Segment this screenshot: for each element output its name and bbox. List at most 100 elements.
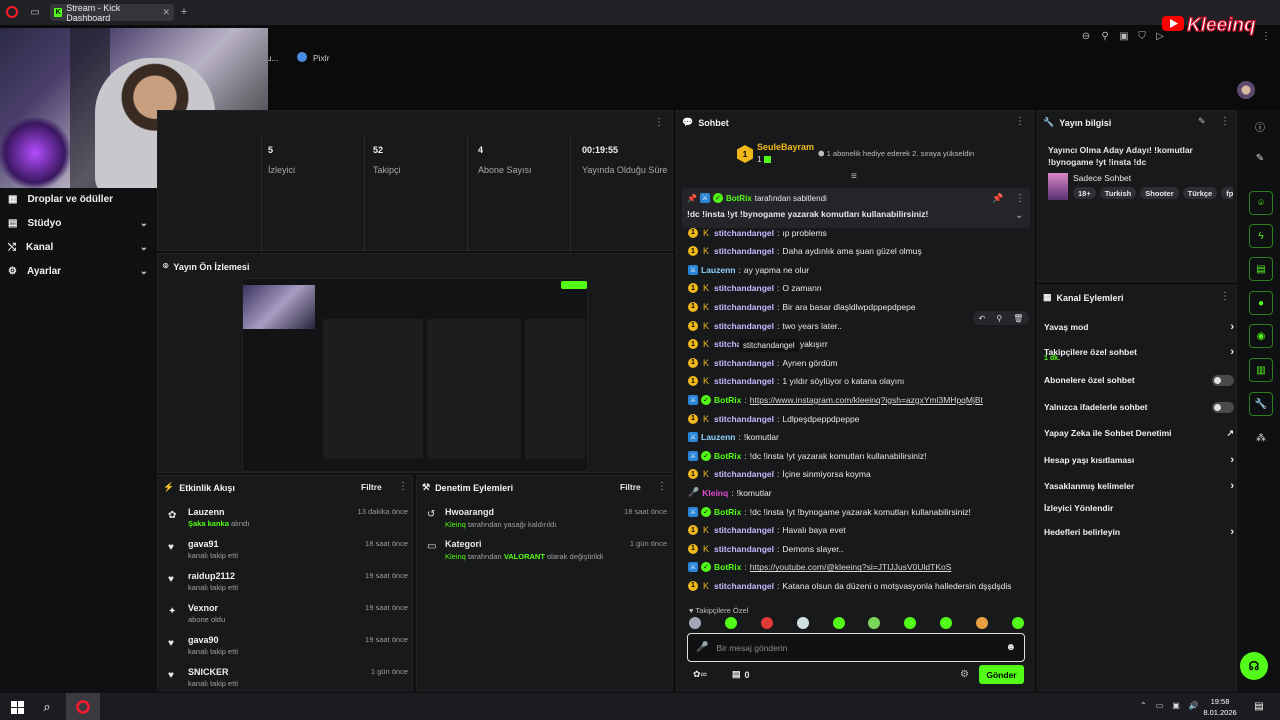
volume-icon[interactable]: 🔊 [1189, 701, 1199, 710]
chat-message[interactable]: 🎤 Kleinq: !komutlar [688, 484, 1028, 501]
moderation-menu-icon[interactable]: ⋮ [657, 481, 667, 492]
chat-username[interactable]: stitchandangel [714, 581, 774, 591]
emoji-icon[interactable]: ☻ [1005, 642, 1016, 653]
chat-message[interactable]: 1 Kstitchandangel: O zamann [688, 280, 1028, 297]
chat-message[interactable]: 1 Kstitchandangel:1 yıldır söylüyor o kat… [688, 373, 1028, 390]
chat-message[interactable]: 1 Kstitchandangel: İçine sinmiyorsa koyma [688, 466, 1028, 483]
rail-bolt-button[interactable]: ϟ [1249, 224, 1273, 248]
clock-date[interactable]: 8.01.2026 [1200, 708, 1240, 717]
chat-message[interactable]: 1 Kstitchandangel: Bir ara basar dlaşldlwp… [688, 298, 1028, 315]
channel-action-item[interactable]: İzleyici Yönlendir [1044, 499, 1234, 517]
sidebar-item-studio[interactable]: ▤ Stüdyo ⌄ [8, 214, 148, 232]
chat-message[interactable]: ⚔ Lauzenn: ay yapma ne olur [688, 261, 1028, 278]
chat-username[interactable]: BotRix [714, 451, 741, 461]
sidebar-item-channel[interactable]: ⤭ Kanal ⌄ [8, 238, 148, 256]
chat-link[interactable]: https://youtube.com/@kleeinq?si=JTIJJusV… [750, 562, 952, 572]
chat-username[interactable]: Kleinq [702, 488, 728, 498]
activity-item[interactable]: ✦ Vexnor abone oldu 19 saat önce [168, 603, 408, 633]
rail-chat-button[interactable]: ● [1249, 291, 1273, 315]
tag[interactable]: Türkçe [1182, 187, 1218, 199]
emote-icon[interactable] [724, 617, 737, 629]
chat-username[interactable]: Lauzenn [701, 432, 735, 442]
chat-message[interactable]: 1 Kstitchandangel: two years later.. [688, 317, 1028, 334]
toggle-switch[interactable] [1212, 374, 1234, 386]
rail-broadcast-button[interactable]: ◉ [1249, 324, 1273, 348]
chevron-up-icon[interactable]: ⌃ [1140, 701, 1147, 710]
activity-menu-icon[interactable]: ⋮ [398, 481, 408, 492]
chat-username[interactable]: stitchandangel [714, 246, 774, 256]
rail-stack-button[interactable]: ▥ [1249, 358, 1273, 382]
chat-message[interactable]: ⚔ ✓ BotRix: !dc !insta !yt yazarak komutlar… [688, 447, 1028, 464]
tag[interactable]: Shooter [1140, 187, 1179, 199]
chat-username[interactable]: BotRix [714, 395, 741, 405]
chat-username[interactable]: stitchandangel [714, 469, 774, 479]
pinned-message[interactable]: 📌 ⚔ ✓ BotRix tarafından sabitlendi !dc !in… [682, 188, 1030, 228]
tag[interactable]: fp [1221, 187, 1233, 199]
chat-message[interactable]: 1 Kstitchandangel: Demons slayer.. [688, 540, 1028, 557]
sidebar-item-settings[interactable]: ⚙ Ayarlar ⌄ [8, 262, 148, 280]
chat-message[interactable]: 1 Kstitchandangel: Havalı baya evet [688, 522, 1028, 539]
search-icon[interactable]: ⌕ [38, 698, 56, 716]
chat-menu-icon[interactable]: ⋮ [1015, 116, 1025, 127]
chat-username[interactable]: stitchandangel [714, 525, 774, 535]
channel-actions-menu-icon[interactable]: ⋮ [1220, 291, 1230, 302]
pinned-menu-icon[interactable]: ⋮ [1015, 193, 1025, 204]
tab-kick-dashboard[interactable]: K Stream - Kick Dashboard ✕ [50, 3, 174, 23]
unpin-icon[interactable]: 📌 [992, 193, 1003, 204]
stats-menu-icon[interactable]: ⋮ [654, 117, 664, 128]
moderation-item[interactable]: ▭ Kategori Kleinq tarafından VALORANT ol… [427, 539, 667, 567]
channel-action-item[interactable]: Yasaklanmış kelimeler › [1044, 477, 1234, 495]
stream-info-menu-icon[interactable]: ⋮ [1220, 116, 1230, 127]
snapshot-icon[interactable]: ▣ [1118, 30, 1130, 42]
ethernet-icon[interactable]: ▣ [1172, 701, 1180, 710]
emote-icon[interactable] [868, 617, 881, 629]
expand-icon[interactable]: ≡ [851, 171, 857, 182]
chat-username[interactable]: Lauzenn [701, 265, 735, 275]
chat-username[interactable]: stitchandangel [714, 228, 774, 238]
chat-message[interactable]: 1 Kstitchandangel: Aynen gördüm [688, 354, 1028, 371]
notifications-icon[interactable]: ▤ [1252, 699, 1266, 713]
chevron-down-icon[interactable]: ⌄ [1015, 210, 1023, 221]
rail-wrench-button[interactable]: 🔧 [1249, 392, 1273, 416]
chat-message[interactable]: ⚔ ✓ BotRix: https://www.instagram.com/kleei… [688, 391, 1028, 408]
chat-settings-icon[interactable]: ⚙ [960, 669, 969, 680]
chat-message[interactable]: 1 Kstitchandangel: ıp problems [688, 224, 1028, 241]
emote-icon[interactable] [904, 617, 917, 629]
moderation-item[interactable]: ↺ Hwoarangd Kleinq tarafından yasağı kal… [427, 507, 667, 535]
emote-icon[interactable] [940, 617, 953, 629]
chat-message[interactable]: 1 Kstitchandangel: Ldlpeşdpeppdpeppe [688, 410, 1028, 427]
channel-action-item[interactable]: Yapay Zeka ile Sohbet Denetimi ↗ [1044, 424, 1234, 442]
category-name[interactable]: Sadece Sohbet [1073, 173, 1131, 183]
emote-icon[interactable] [689, 617, 701, 629]
emote-icon[interactable] [976, 617, 988, 629]
support-button[interactable]: ☊ [1240, 652, 1268, 680]
send-button[interactable]: Gönder [979, 665, 1024, 684]
edit-icon[interactable]: ✎ [1249, 150, 1271, 166]
edit-icon[interactable]: ✎ [1198, 116, 1206, 127]
opera-logo-icon[interactable] [6, 6, 18, 18]
emote-icon[interactable] [760, 617, 773, 629]
channel-action-item[interactable]: Abonelere özel sohbet [1044, 371, 1234, 389]
chat-username[interactable]: stitchandangel [714, 302, 774, 312]
clock-time[interactable]: 19:58 [1205, 697, 1235, 706]
activity-item[interactable]: ♥ gava91 kanalı takip etti 18 saat önce [168, 539, 408, 569]
info-icon[interactable]: ⓘ [1249, 118, 1271, 134]
network-icon[interactable]: ▭ [1156, 701, 1164, 710]
taskbar-opera-button[interactable] [66, 693, 100, 720]
moderation-filter-button[interactable]: Filtre [620, 482, 641, 492]
category-thumbnail[interactable] [1048, 173, 1068, 200]
zoom-icon[interactable]: ⊖ [1080, 30, 1092, 42]
chat-message[interactable]: 1 Kstitchandangel: Daha aydınlık ama şuan … [688, 243, 1028, 260]
chat-username[interactable]: stitchandangel [714, 321, 774, 331]
channel-action-item[interactable]: Hesap yaşı kısıtlaması › [1044, 451, 1234, 469]
channel-action-item[interactable]: Takipçilere özel sohbet › [1044, 343, 1234, 361]
chat-username[interactable]: BotRix [714, 562, 741, 572]
chat-message[interactable]: 1 Kstitchandangel: Katana olsun da düzeni … [688, 577, 1028, 594]
chat-username[interactable]: BotRix [714, 507, 741, 517]
channel-action-item[interactable]: Yalnızca ifadelerle sohbet [1044, 398, 1234, 416]
mic-icon[interactable]: 🎤 [696, 642, 708, 653]
tag[interactable]: 18+ [1073, 187, 1096, 199]
toggle-switch[interactable] [1212, 401, 1234, 413]
chat-username[interactable]: stitchandangel [714, 358, 774, 368]
chat-input[interactable]: 🎤 Bir mesaj gönderin ☻ [687, 633, 1025, 662]
